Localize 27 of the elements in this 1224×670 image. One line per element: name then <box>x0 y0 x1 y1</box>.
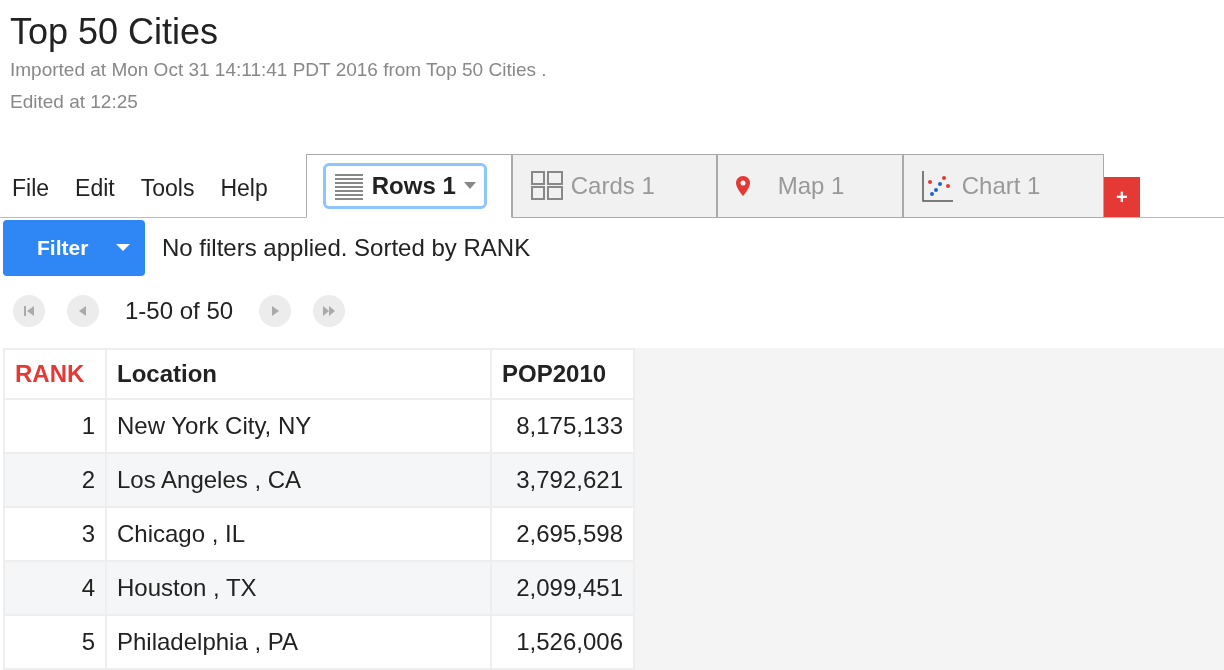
previous-page-button[interactable] <box>67 295 99 327</box>
scatter-chart-icon <box>921 170 954 202</box>
add-tab-button[interactable]: + <box>1103 177 1140 217</box>
column-header[interactable]: Location <box>106 349 491 399</box>
table-cell: Philadelphia , PA <box>106 615 491 669</box>
list-icon <box>333 171 364 201</box>
menu-item[interactable]: Edit <box>75 170 115 205</box>
import-info: Imported at Mon Oct 31 14:11:41 PDT 2016 from Top 50 Cities . <box>10 58 548 82</box>
filter-status: No filters applied. Sorted by RANK <box>162 233 531 263</box>
view-tab[interactable]: Rows 1 <box>305 154 512 218</box>
page-title: Top 50 Cities <box>10 10 220 54</box>
last-page-button[interactable] <box>313 295 346 327</box>
caret-icon <box>463 182 476 190</box>
map-pin-icon <box>735 176 750 196</box>
grid-icon <box>530 171 563 201</box>
import-info: Edited at 12:25 <box>10 90 139 114</box>
menu-item[interactable]: File <box>12 170 50 205</box>
page-range: 1-50 of 50 <box>125 296 234 326</box>
caret-icon <box>116 244 131 252</box>
filter-button[interactable]: Filter <box>3 220 145 276</box>
table-cell: 5 <box>4 615 106 669</box>
menu-item[interactable]: Help <box>220 170 268 205</box>
column-header[interactable]: RANK <box>4 349 106 399</box>
menu-item[interactable]: Tools <box>140 170 195 205</box>
skip-back-icon <box>21 303 37 319</box>
first-page-button[interactable] <box>13 295 45 327</box>
next-page-button[interactable] <box>259 295 292 327</box>
